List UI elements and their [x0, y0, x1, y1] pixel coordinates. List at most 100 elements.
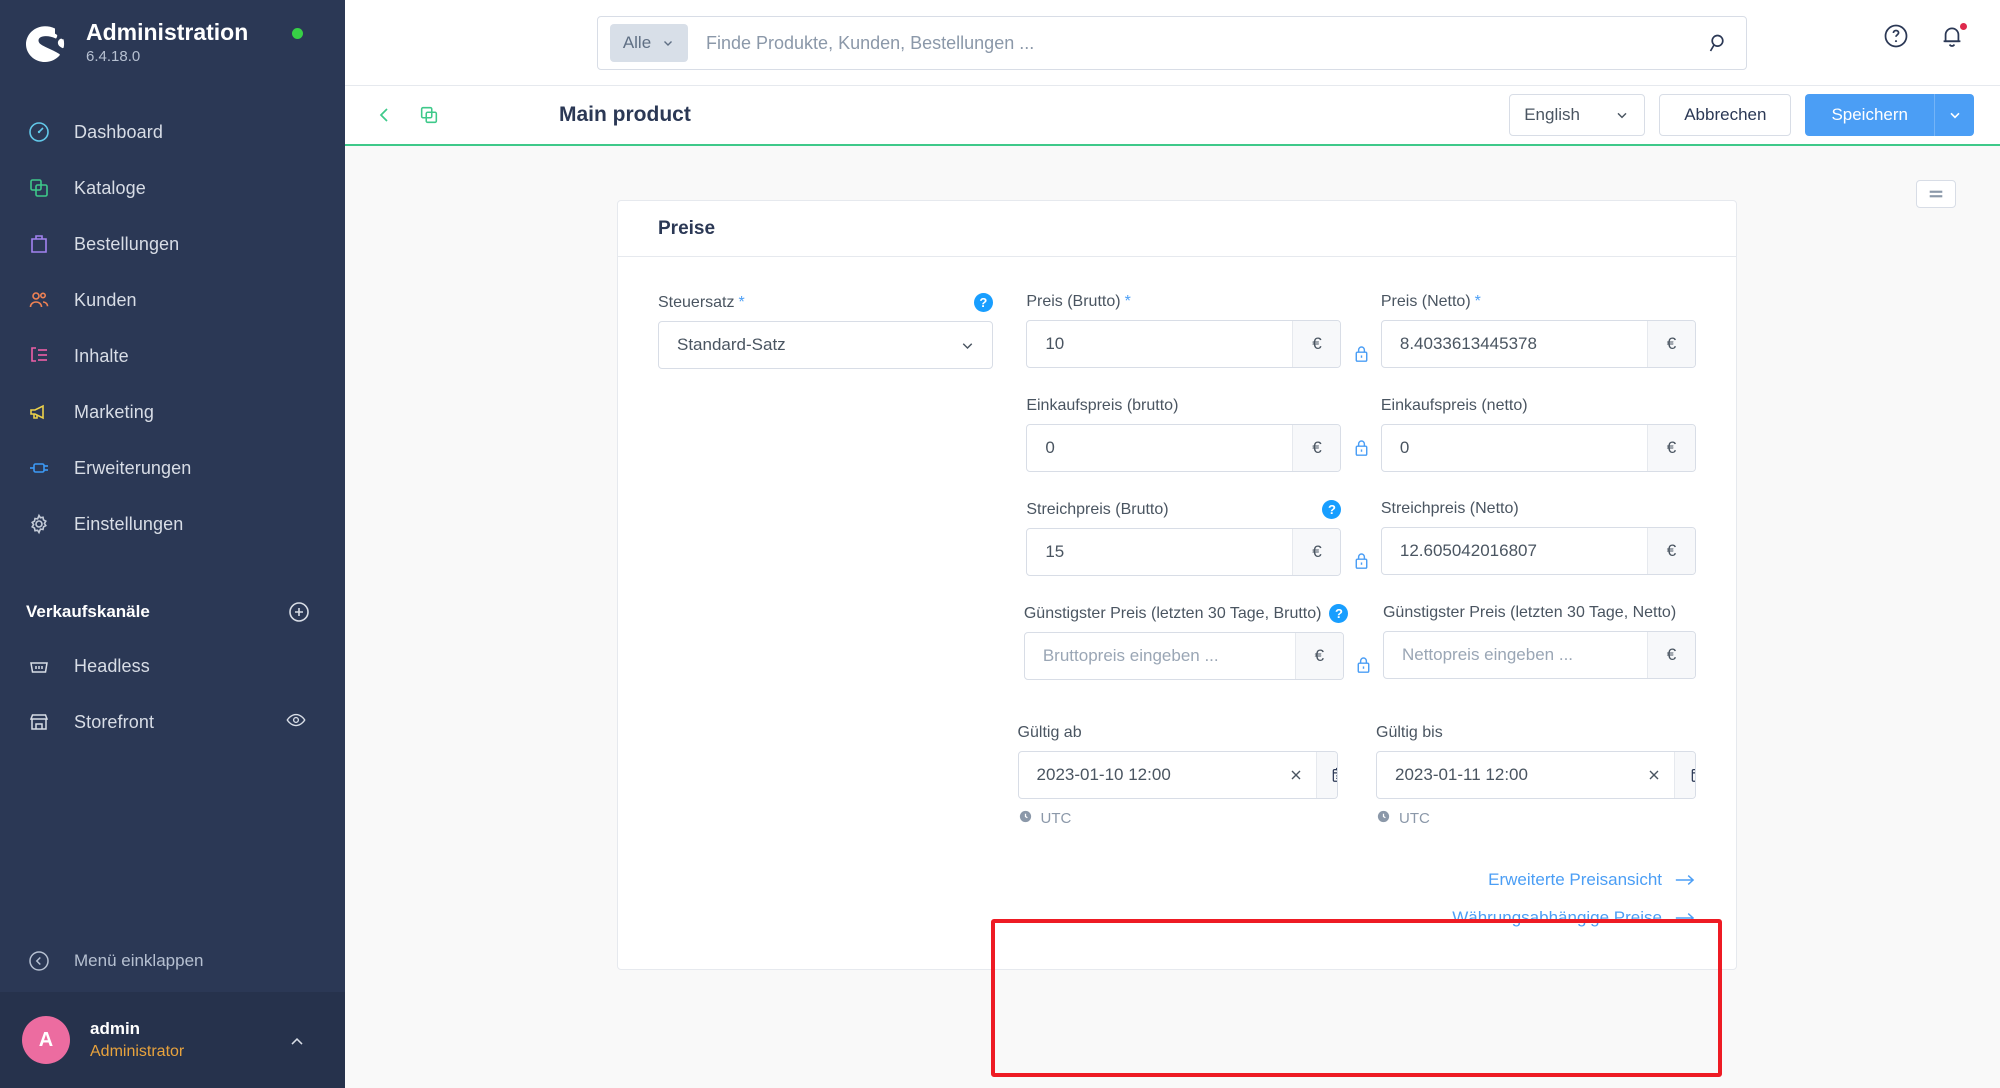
cancel-button[interactable]: Abbrechen	[1659, 94, 1792, 136]
help-circle-icon[interactable]	[1882, 22, 1912, 52]
language-select-value: English	[1524, 105, 1580, 124]
customers-icon	[26, 287, 52, 313]
sidebar-item-bestellungen[interactable]: Bestellungen	[0, 216, 345, 272]
sidebar-item-inhalte[interactable]: Inhalte	[0, 328, 345, 384]
list-price-net-input[interactable]	[1381, 528, 1647, 574]
user-menu[interactable]: A admin Administrator	[0, 992, 345, 1088]
sidebar-item-kunden[interactable]: Kunden	[0, 272, 345, 328]
settings-gear-icon	[26, 511, 52, 537]
list-price-net-label: Streichpreis (Netto)	[1380, 500, 1519, 517]
chevron-up-icon[interactable]	[287, 1032, 307, 1057]
currency-suffix: €	[1647, 425, 1695, 471]
marketing-icon	[26, 399, 52, 425]
brand-header[interactable]: Administration 6.4.18.0	[0, 0, 345, 86]
cheapest-price-net-input[interactable]	[1383, 632, 1647, 678]
valid-from-input[interactable]	[1018, 752, 1276, 798]
language-select[interactable]: English	[1509, 94, 1646, 136]
purchase-price-net-label: Einkaufspreis (netto)	[1380, 397, 1528, 414]
cheapest-price-gross-input-wrap[interactable]: €	[1023, 632, 1344, 680]
help-icon[interactable]: ?	[1322, 500, 1342, 519]
preview-eye-icon[interactable]	[285, 709, 307, 736]
lock-column-4	[1344, 604, 1383, 680]
cheapest-price-net-input-wrap[interactable]: €	[1382, 631, 1696, 679]
bell-icon[interactable]	[1938, 21, 1969, 52]
add-sales-channel-icon[interactable]	[287, 600, 311, 624]
calendar-icon[interactable]	[1315, 752, 1337, 798]
search-scope-selector[interactable]: Alle	[610, 24, 688, 62]
sidebar-item-label: Dashboard	[74, 121, 163, 142]
sidebar-item-kataloge[interactable]: Kataloge	[0, 160, 345, 216]
purchase-price-gross-field: Einkaufspreis (brutto) €	[1026, 397, 1342, 472]
advanced-price-view-link[interactable]: Erweiterte Preisansicht	[658, 870, 1696, 890]
card-body: Steuersatz * ? Standard-Satz Preis (Brut…	[618, 257, 1736, 928]
price-net-field: Preis (Netto)* €	[1380, 293, 1696, 369]
lock-closed-icon[interactable]	[1353, 438, 1369, 458]
sales-channels-title: Verkaufskanäle	[26, 602, 150, 621]
sidebar-item-label: Headless	[74, 655, 150, 676]
valid-to-timezone-label: UTC	[1399, 810, 1430, 827]
sidebar-item-einstellungen[interactable]: Einstellungen	[0, 496, 345, 552]
sidebar-item-headless[interactable]: Headless	[0, 638, 345, 694]
help-icon[interactable]: ?	[973, 293, 993, 312]
validity-row: Gültig ab 2023-01-10 12:00 UTC Gültig bi…	[658, 724, 1696, 828]
list-price-gross-input[interactable]	[1027, 529, 1293, 575]
clear-x-icon[interactable]	[1276, 752, 1316, 798]
price-gross-input-wrap[interactable]: €	[1026, 320, 1342, 368]
list-price-gross-input-wrap[interactable]: €	[1026, 528, 1342, 576]
purchase-price-net-input-wrap[interactable]: €	[1380, 424, 1696, 472]
duplicate-icon[interactable]	[415, 101, 443, 129]
search-input[interactable]	[688, 32, 1690, 54]
lock-closed-icon[interactable]	[1353, 551, 1369, 571]
valid-to-input[interactable]	[1377, 752, 1634, 798]
card-header: Preise	[618, 201, 1736, 257]
chevron-down-icon	[1617, 112, 1627, 119]
cheapest-price-gross-label-row: Günstigster Preis (letzten 30 Tage, Brut…	[1024, 604, 1349, 623]
valid-from-timezone: UTC	[1018, 809, 1338, 828]
shopware-logo-icon	[22, 20, 68, 66]
valid-from-input-wrap[interactable]	[1017, 751, 1338, 799]
valid-to-input-wrap[interactable]	[1376, 751, 1696, 799]
back-button[interactable]	[371, 101, 399, 129]
sidebar-item-dashboard[interactable]: Dashboard	[0, 104, 345, 160]
price-net-input-wrap[interactable]: €	[1380, 320, 1696, 368]
purchase-price-net-input[interactable]	[1381, 425, 1647, 471]
search-scope-label: Alle	[622, 33, 652, 52]
sidebar-item-erweiterungen[interactable]: Erweiterungen	[0, 440, 345, 496]
sidebar-item-label: Inhalte	[74, 345, 129, 366]
currency-suffix: €	[1294, 633, 1343, 679]
dashboard-icon	[26, 119, 52, 145]
tax-rate-field: Steuersatz * ? Standard-Satz	[658, 293, 993, 369]
tax-rate-select[interactable]: Standard-Satz	[658, 321, 993, 369]
lock-closed-icon[interactable]	[1353, 344, 1369, 364]
sidebar-item-storefront[interactable]: Storefront	[0, 694, 345, 750]
sidebar-item-label: Storefront	[74, 711, 155, 732]
global-search[interactable]: Alle	[597, 16, 1747, 70]
clear-x-icon[interactable]	[1634, 752, 1674, 798]
purchase-price-gross-input-wrap[interactable]: €	[1026, 424, 1342, 472]
smart-bar: Main product English Abbrechen Speichern	[345, 86, 2000, 146]
sidebar-item-label: Kataloge	[74, 177, 146, 198]
user-name: admin	[90, 1018, 141, 1038]
arrow-right-icon	[1675, 913, 1695, 923]
list-price-net-input-wrap[interactable]: €	[1380, 527, 1696, 575]
list-toggle-icon[interactable]	[1916, 180, 1956, 208]
lock-closed-icon[interactable]	[1356, 655, 1372, 675]
validity-highlight-box	[991, 919, 1722, 1077]
collapse-menu-button[interactable]: Menü einklappen	[0, 930, 345, 992]
calendar-icon[interactable]	[1674, 752, 1695, 798]
price-net-input[interactable]	[1381, 321, 1647, 367]
topbar-icons	[1882, 21, 1969, 52]
currency-prices-link[interactable]: Währungsabhängige Preise	[658, 908, 1696, 928]
lock-column-3	[1341, 500, 1380, 576]
price-net-label-row: Preis (Netto) *	[1381, 293, 1696, 311]
cheapest-price-gross-input[interactable]	[1024, 633, 1295, 679]
save-options-chevron-down-icon[interactable]	[1934, 94, 1974, 136]
purchase-price-gross-input[interactable]	[1027, 425, 1293, 471]
valid-to-timezone: UTC	[1376, 809, 1696, 828]
price-row-2: Einkaufspreis (brutto) €	[658, 397, 1696, 472]
save-button[interactable]: Speichern	[1805, 94, 1934, 136]
price-gross-input[interactable]	[1027, 321, 1293, 367]
sidebar-item-marketing[interactable]: Marketing	[0, 384, 345, 440]
currency-suffix: €	[1647, 321, 1695, 367]
search-icon[interactable]	[1690, 31, 1746, 55]
